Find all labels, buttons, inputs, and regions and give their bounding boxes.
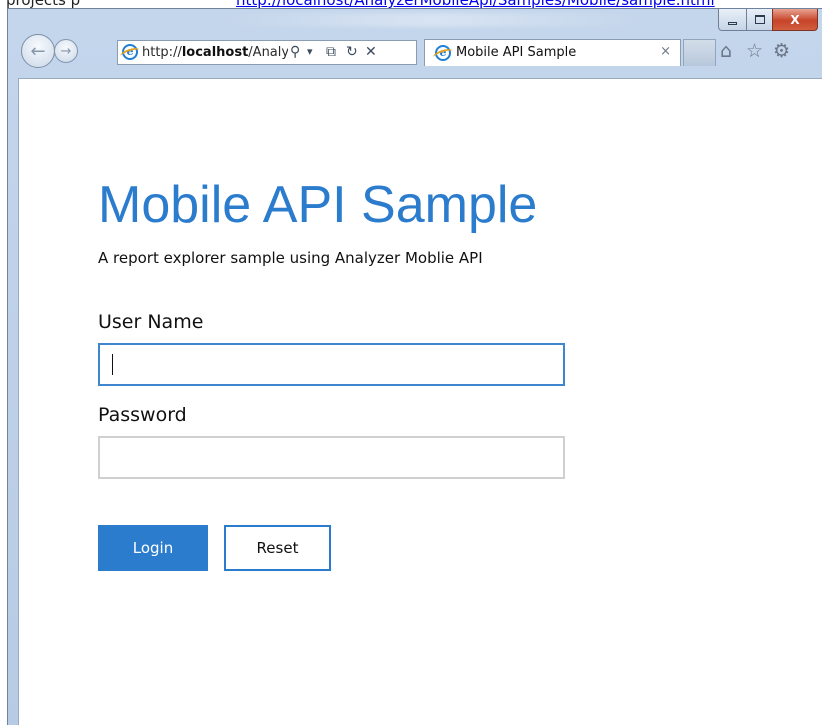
tab-title: Mobile API Sample	[456, 45, 577, 60]
page-viewport: Mobile API Sample A report explorer samp…	[18, 78, 822, 725]
home-icon[interactable]: ⌂	[720, 39, 732, 63]
address-bar[interactable]: e http://localhost/AnalyzerMobileApi/Sam…	[117, 40, 417, 65]
forward-button[interactable]: →	[54, 39, 78, 63]
url-prefix: http://	[142, 45, 182, 60]
maximize-icon	[754, 15, 765, 24]
ie-logo-icon: e	[435, 45, 451, 61]
password-label: Password	[98, 404, 187, 426]
ie-logo-icon: e	[122, 44, 138, 60]
close-icon: X	[790, 12, 800, 27]
new-tab-button[interactable]	[683, 39, 716, 66]
text-caret	[112, 354, 113, 375]
back-button[interactable]: ←	[21, 34, 55, 68]
username-input[interactable]	[98, 343, 565, 386]
compatibility-view-icon[interactable]: ⧉	[326, 43, 336, 61]
forward-arrow-icon: →	[60, 43, 72, 59]
url-host: localhost	[181, 45, 249, 60]
tab-close-icon[interactable]: ×	[660, 44, 671, 59]
reset-button[interactable]: Reset	[224, 525, 331, 571]
minimize-icon	[728, 21, 737, 25]
back-arrow-icon: ←	[30, 40, 46, 62]
window-controls: X	[718, 9, 818, 31]
password-input[interactable]	[98, 436, 565, 479]
blurred-menu-bar	[218, 13, 648, 27]
tools-gear-icon[interactable]: ⚙	[773, 39, 790, 63]
minimize-button[interactable]	[718, 9, 747, 31]
url-text[interactable]: http://localhost/AnalyzerMobileApi/Sampl…	[142, 45, 288, 60]
dropdown-icon[interactable]: ▾	[307, 43, 313, 61]
screen: projects p http://localhost/AnalyzerMobi…	[0, 0, 822, 725]
search-icon[interactable]: ⚲	[290, 43, 300, 61]
url-path: /AnalyzerMobileApi/Samples/Mobile/sample…	[248, 45, 288, 60]
maximize-button[interactable]	[746, 9, 773, 31]
page-title: Mobile API Sample	[98, 176, 538, 234]
tab-mobile-api-sample[interactable]: e Mobile API Sample ×	[424, 39, 681, 66]
login-button[interactable]: Login	[98, 525, 208, 571]
page-subtitle: A report explorer sample using Analyzer …	[98, 249, 483, 267]
stop-icon[interactable]: ✕	[365, 43, 377, 61]
username-label: User Name	[98, 311, 204, 333]
close-window-button[interactable]: X	[772, 9, 818, 31]
refresh-icon[interactable]: ↻	[346, 43, 358, 61]
favorites-star-icon[interactable]: ☆	[746, 39, 763, 63]
